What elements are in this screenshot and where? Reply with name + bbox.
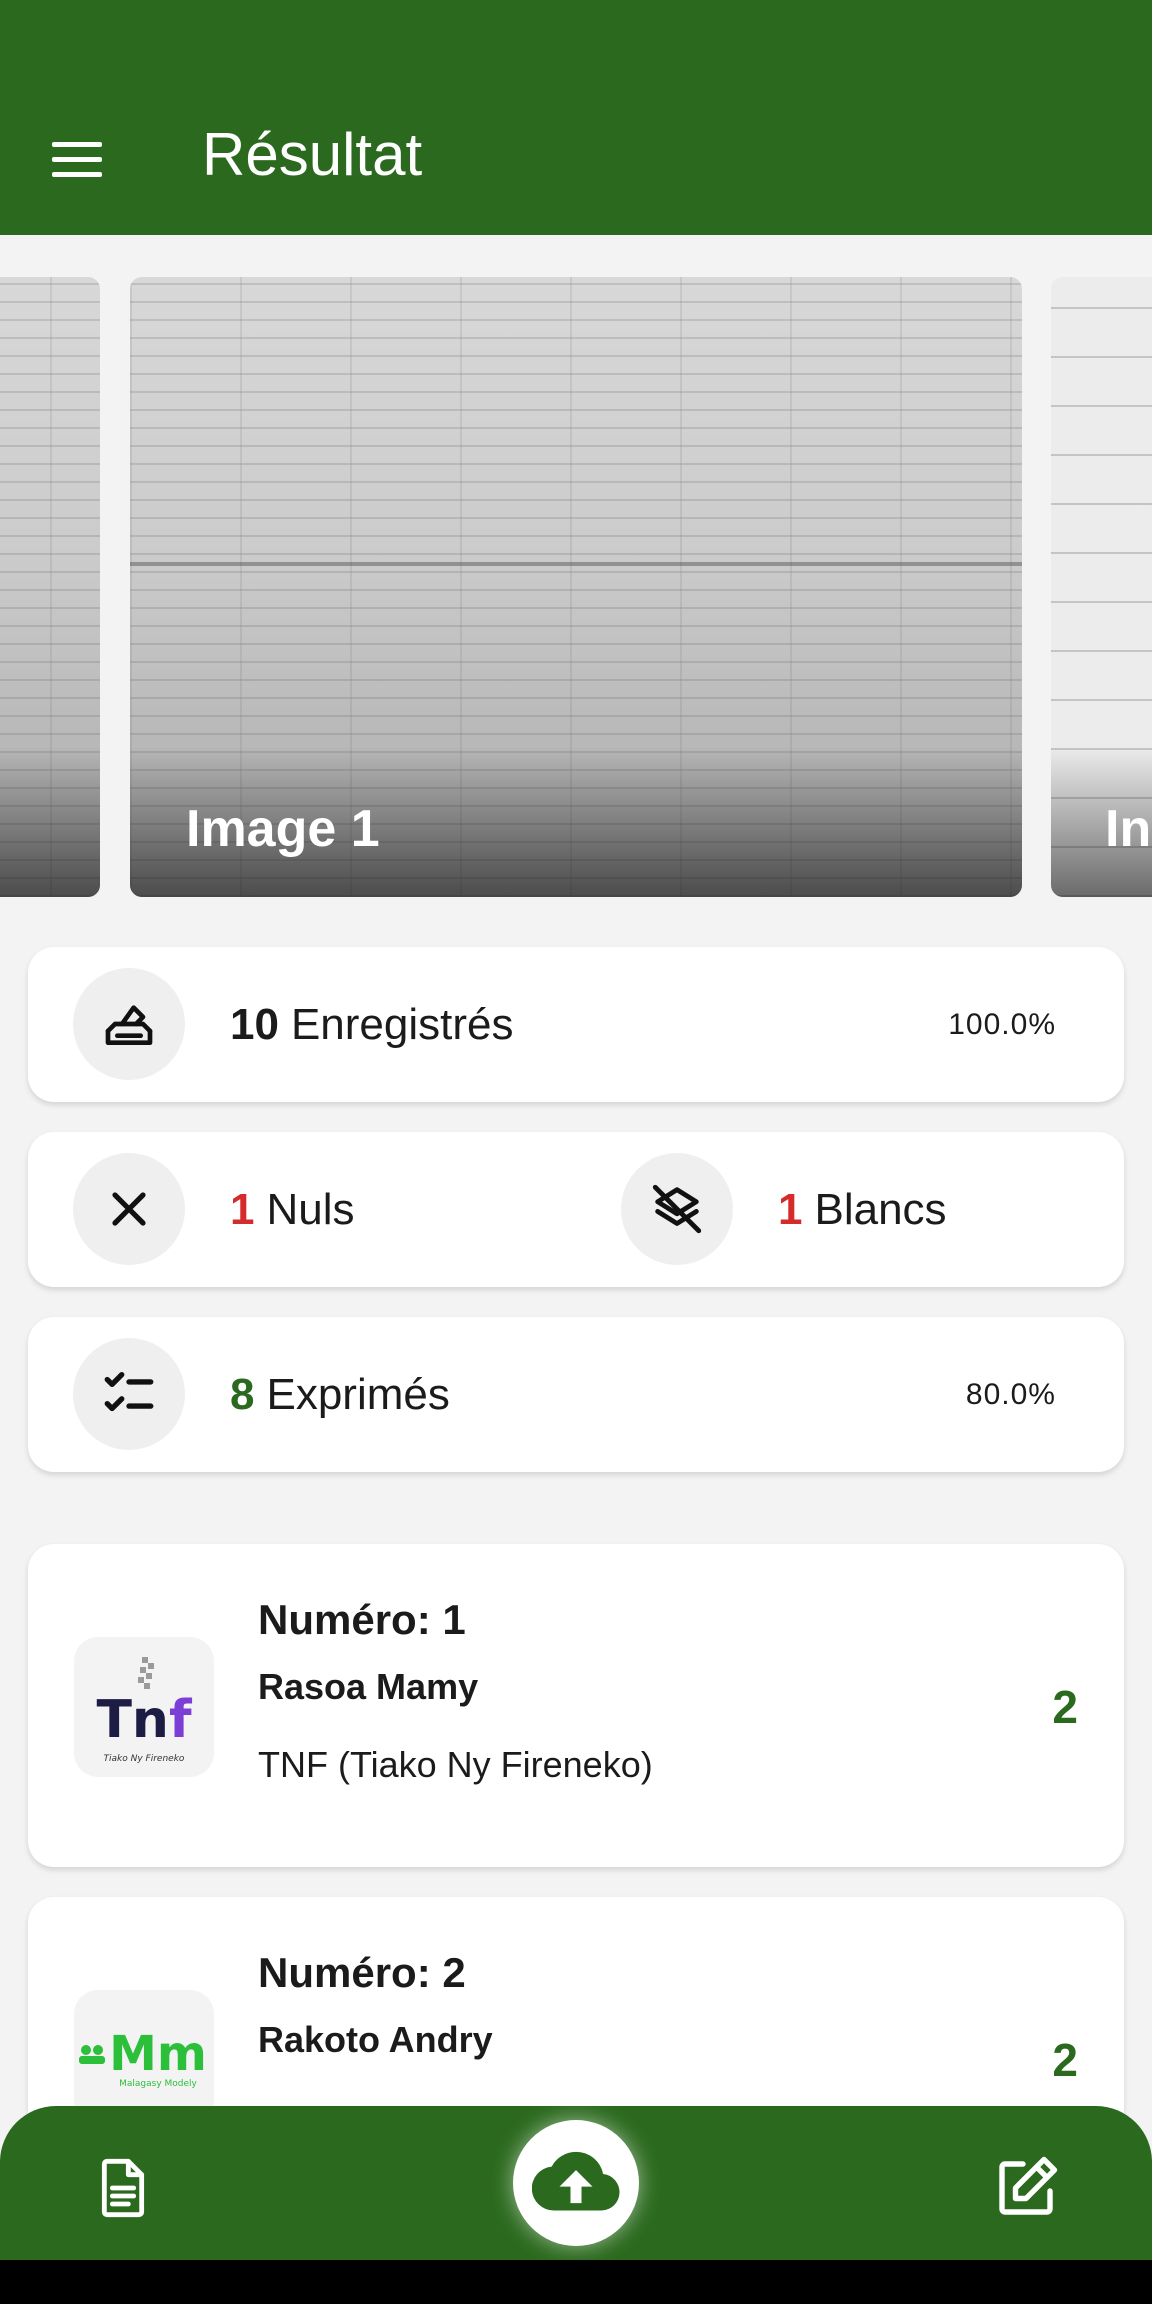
cloud-upload-button[interactable] bbox=[513, 2120, 639, 2246]
candidate-number: Numéro: 2 bbox=[258, 1949, 466, 1996]
carousel-slide-current[interactable]: Image 1 bbox=[130, 277, 1022, 897]
carousel-slide[interactable] bbox=[0, 277, 100, 897]
svg-text:Malagasy Modely: Malagasy Modely bbox=[119, 2079, 197, 2089]
edit-icon[interactable] bbox=[986, 2148, 1066, 2228]
cloud-upload-icon bbox=[532, 2151, 620, 2211]
candidate-votes: 2 bbox=[1052, 2034, 1078, 2086]
app-bar: Résultat bbox=[0, 0, 1152, 235]
candidate-name: Rasoa Mamy bbox=[258, 1666, 479, 1707]
candidate-party: TNF (Tiako Ny Fireneko) bbox=[258, 1744, 653, 1785]
candidate-card[interactable]: Tnf Tiako Ny Fireneko Numéro: 1 Rasoa Ma… bbox=[28, 1544, 1124, 1867]
candidate-name: Rakoto Andry bbox=[258, 2019, 493, 2060]
system-navigation-bar bbox=[0, 2260, 1152, 2304]
expressed-percent: 80.0% bbox=[965, 1377, 1056, 1411]
menu-icon[interactable] bbox=[44, 130, 114, 186]
null-blank-card: 1 Nuls 1 Blancs bbox=[28, 1132, 1124, 1287]
slide-caption: Image 1 bbox=[186, 800, 380, 858]
close-icon bbox=[73, 1153, 185, 1265]
candidate-votes: 2 bbox=[1052, 1681, 1078, 1733]
registered-percent: 100.0% bbox=[948, 1007, 1056, 1041]
party-logo-tnf: Tnf Tiako Ny Fireneko bbox=[74, 1637, 214, 1777]
image-carousel[interactable]: Image 1 In bbox=[0, 277, 1152, 897]
ballot-box-icon bbox=[73, 968, 185, 1080]
bottom-nav-bar bbox=[0, 2106, 1152, 2260]
svg-text:Mm: Mm bbox=[109, 2026, 207, 2082]
candidate-number: Numéro: 1 bbox=[258, 1596, 466, 1643]
registered-card: 10 Enregistrés 100.0% bbox=[28, 947, 1124, 1102]
svg-text:Tiako Ny Fireneko: Tiako Ny Fireneko bbox=[104, 1754, 185, 1764]
carousel-slide[interactable]: In bbox=[1051, 277, 1152, 897]
null-votes-stat: 1 Nuls bbox=[230, 1184, 355, 1234]
registered-stat: 10 Enregistrés bbox=[230, 999, 514, 1049]
expressed-card: 8 Exprimés 80.0% bbox=[28, 1317, 1124, 1472]
checklist-icon bbox=[73, 1338, 185, 1450]
page-title: Résultat bbox=[202, 121, 423, 188]
document-icon[interactable] bbox=[83, 2148, 163, 2228]
svg-text:Tnf: Tnf bbox=[96, 1690, 193, 1750]
expressed-stat: 8 Exprimés bbox=[230, 1369, 450, 1419]
slide-caption: In bbox=[1105, 800, 1152, 858]
blank-votes-stat: 1 Blancs bbox=[778, 1184, 947, 1234]
layers-off-icon bbox=[621, 1153, 733, 1265]
